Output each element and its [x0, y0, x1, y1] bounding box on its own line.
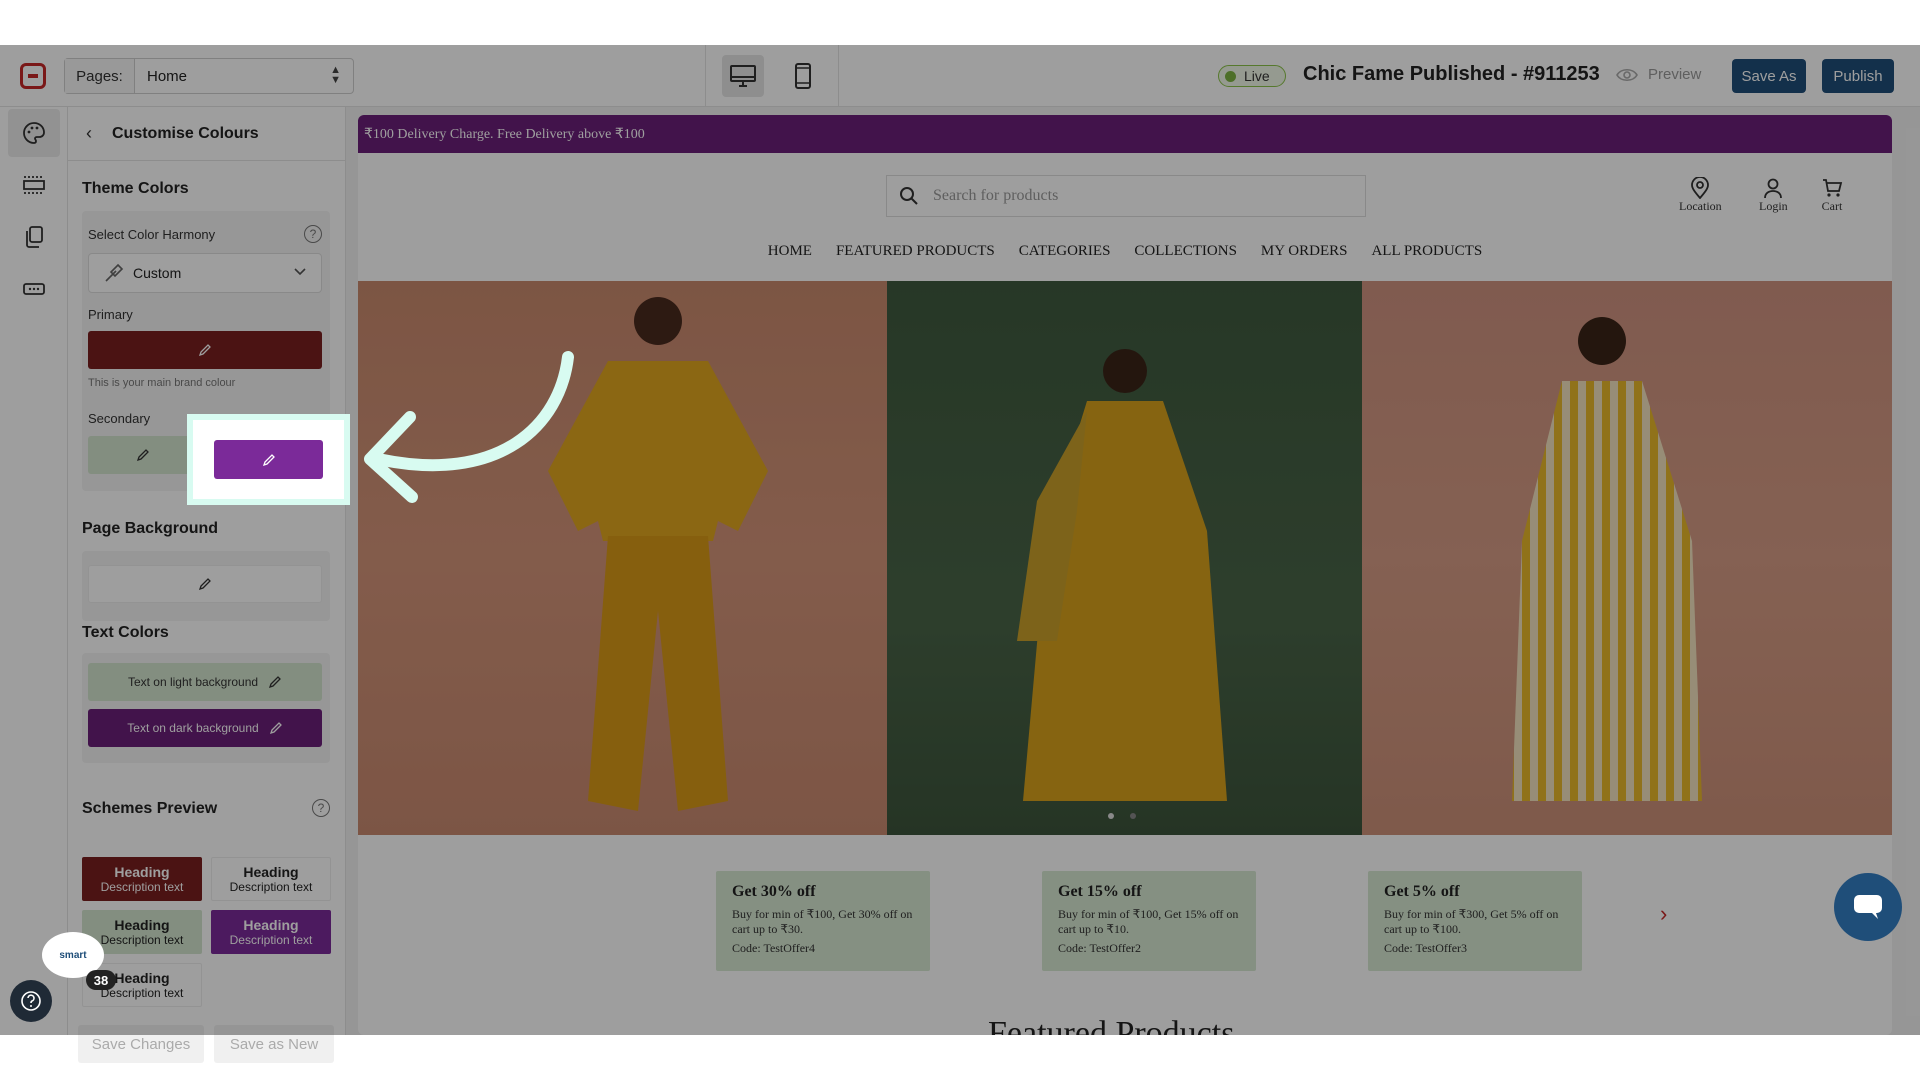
cart-icon	[1823, 179, 1843, 197]
store-search-input[interactable]: Search for products	[886, 175, 1366, 217]
offer-card[interactable]: Get 30% off Buy for min of ₹100, Get 30%…	[716, 871, 930, 971]
nav-item-my-orders[interactable]: MY ORDERS	[1261, 243, 1348, 260]
divider	[705, 45, 706, 107]
offer-title: Get 30% off	[732, 883, 816, 900]
scheme-desc: Description text	[100, 933, 184, 947]
carousel-dot	[1108, 813, 1114, 819]
offer-code: Code: TestOffer4	[732, 941, 816, 955]
location-pin-icon	[1691, 177, 1710, 199]
hero-image-3	[1362, 281, 1892, 835]
chat-bubble-icon	[1854, 895, 1882, 919]
carousel-dots[interactable]	[1108, 813, 1136, 819]
offer-desc: Buy for min of ₹100, Get 30% off on cart…	[732, 907, 913, 936]
scheme-desc: Description text	[229, 880, 313, 894]
desktop-icon	[730, 65, 756, 87]
scheme-card[interactable]: Heading Description text	[82, 857, 202, 901]
scheme-desc: Description text	[229, 933, 313, 947]
header-location[interactable]: Location	[1679, 177, 1722, 214]
chevron-right-icon[interactable]: ›	[1660, 901, 1667, 927]
scheme-card[interactable]: Heading Description text	[211, 910, 331, 954]
offer-code: Code: TestOffer2	[1058, 941, 1142, 955]
scheme-heading: Heading	[114, 917, 170, 933]
offer-title: Get 15% off	[1058, 883, 1142, 900]
page-background-swatch[interactable]	[88, 565, 322, 603]
nav-item-collections[interactable]: COLLECTIONS	[1134, 243, 1237, 260]
question-mark-icon	[21, 991, 41, 1011]
scheme-card[interactable]: Heading Description text	[211, 857, 331, 901]
divider	[838, 45, 839, 107]
nav-item-home[interactable]: HOME	[768, 243, 812, 260]
offer-title: Get 5% off	[1384, 883, 1460, 900]
text-dark-swatch[interactable]: Text on dark background	[88, 709, 322, 747]
text-dark-label: Text on dark background	[127, 721, 259, 735]
pencil-icon	[198, 578, 211, 591]
search-placeholder: Search for products	[933, 187, 1059, 204]
text-light-swatch[interactable]: Text on light background	[88, 663, 322, 701]
model-figure-image	[1017, 349, 1227, 801]
preview-button[interactable]: Preview	[1616, 66, 1701, 83]
pencil-icon	[269, 676, 281, 689]
save-changes-button[interactable]: Save Changes	[78, 1025, 204, 1063]
featured-products-title: Featured Products	[988, 1015, 1235, 1035]
chat-button[interactable]	[1834, 873, 1902, 941]
scheme-heading: Heading	[243, 864, 299, 880]
nav-item-featured-products[interactable]: FEATURED PRODUCTS	[836, 243, 995, 260]
help-button[interactable]	[10, 980, 52, 1022]
preview-label: Preview	[1648, 66, 1702, 83]
login-label: Login	[1759, 199, 1788, 213]
offer-desc: Buy for min of ₹100, Get 15% off on cart…	[1058, 907, 1239, 936]
header-login[interactable]: Login	[1759, 177, 1788, 214]
nav-item-all-products[interactable]: ALL PRODUCTS	[1371, 243, 1482, 260]
live-label: Live	[1244, 68, 1270, 84]
publish-button[interactable]: Publish	[1822, 59, 1894, 93]
cart-label: Cart	[1821, 199, 1843, 213]
schemes-preview-title: Schemes Preview	[82, 800, 218, 817]
search-icon	[900, 187, 918, 205]
scheme-desc: Description text	[100, 880, 184, 894]
save-as-new-button[interactable]: Save as New	[214, 1025, 334, 1063]
mobile-icon	[795, 63, 811, 89]
store-title: Chic Fame Published - #911253	[1303, 63, 1600, 85]
user-icon	[1764, 178, 1783, 199]
text-colors-title: Text Colors	[82, 624, 169, 641]
offer-card[interactable]: Get 5% off Buy for min of ₹300, Get 5% o…	[1368, 871, 1582, 971]
header-cart[interactable]: Cart	[1821, 177, 1843, 214]
scheme-heading: Heading	[114, 970, 170, 986]
offer-desc: Buy for min of ₹300, Get 5% off on cart …	[1384, 907, 1559, 936]
tutorial-arrow-icon	[364, 351, 574, 503]
carousel-dot-active	[1130, 813, 1136, 819]
offer-card[interactable]: Get 15% off Buy for min of ₹100, Get 15%…	[1042, 871, 1256, 971]
live-dot-icon	[1225, 70, 1236, 82]
app-frame: Pages: Home ▲ ▼ Live Chic Fame Published …	[0, 45, 1920, 1063]
help-icon[interactable]: ?	[312, 799, 330, 817]
scheme-heading: Heading	[114, 864, 170, 880]
live-status-badge: Live	[1218, 65, 1286, 87]
pencil-icon	[269, 722, 282, 735]
nav-item-categories[interactable]: CATEGORIES	[1019, 243, 1111, 260]
notification-count-badge: 38	[86, 970, 116, 990]
offer-code: Code: TestOffer3	[1384, 941, 1468, 955]
scheme-desc: Description text	[100, 986, 184, 1000]
mobile-view-button[interactable]	[782, 55, 824, 97]
text-colors-box: Text on light background Text on dark ba…	[82, 653, 330, 763]
model-figure-image	[1512, 317, 1702, 801]
eye-icon	[1616, 68, 1638, 81]
text-light-label: Text on light background	[127, 675, 259, 689]
desktop-view-button[interactable]	[722, 55, 764, 97]
scheme-heading: Heading	[243, 917, 299, 933]
hero-image-2	[887, 281, 1362, 835]
location-label: Location	[1679, 199, 1722, 213]
save-as-button[interactable]: Save As	[1732, 59, 1806, 93]
